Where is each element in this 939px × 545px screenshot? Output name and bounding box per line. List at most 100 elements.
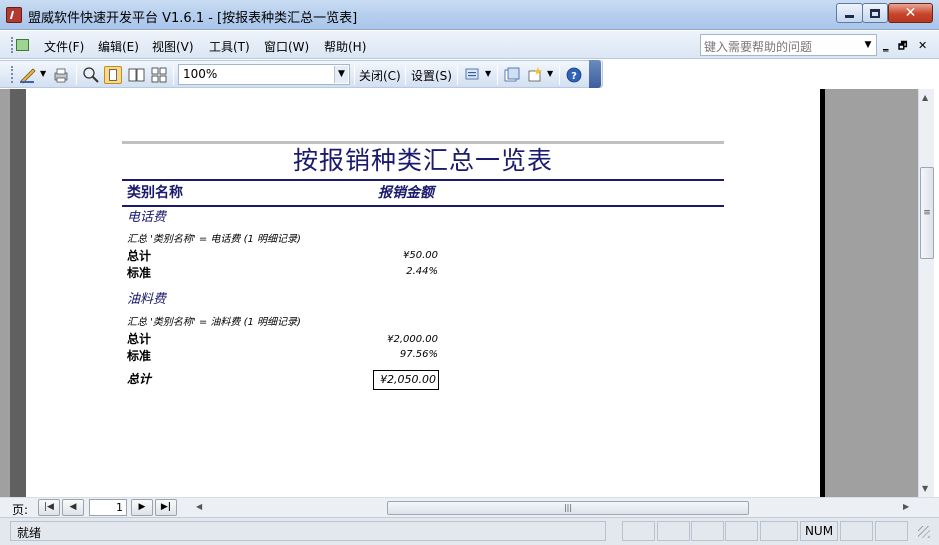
group-total-label: 总计 <box>127 249 152 263</box>
next-page-button[interactable]: ▶ <box>131 499 153 516</box>
chevron-down-icon[interactable]: ▼ <box>334 66 348 83</box>
help-placeholder: 键入需要帮助的问题 <box>704 40 813 54</box>
menu-edit[interactable]: 编辑(E) <box>98 38 139 55</box>
toolbar-grip[interactable] <box>11 66 14 83</box>
toolbar-separator <box>497 65 498 85</box>
menu-tools[interactable]: 工具(T) <box>209 38 250 55</box>
menu-view[interactable]: 视图(V) <box>152 38 194 55</box>
status-cell <box>691 521 724 541</box>
grand-total-value: ¥2,050.00 <box>380 373 436 386</box>
header-rule-bottom <box>122 205 724 207</box>
status-bar: 就绪 NUM <box>0 517 939 545</box>
scroll-down-icon[interactable]: ▼ <box>922 484 928 493</box>
scroll-left-icon[interactable]: ◀ <box>196 502 202 511</box>
scroll-up-icon[interactable]: ▲ <box>922 93 928 102</box>
close-button[interactable]: ✕ <box>888 3 933 23</box>
report-page[interactable]: 按报销种类汇总一览表 类别名称 报销金额 电话费 汇总 '类别名称' = 电话费… <box>26 89 820 497</box>
status-cell <box>622 521 655 541</box>
column-header-amount: 报销金额 <box>378 185 434 201</box>
new-object-icon[interactable] <box>526 66 544 84</box>
zoom-select[interactable]: 100% ▼ <box>178 64 350 85</box>
page-label: 页: <box>12 503 29 517</box>
zoom-icon[interactable] <box>82 66 100 84</box>
column-header-category: 类别名称 <box>127 185 183 201</box>
help-icon[interactable]: ? <box>565 66 583 84</box>
horizontal-scrollbar[interactable]: ◀ ||| ▶ <box>190 500 918 516</box>
status-cell <box>725 521 758 541</box>
app-icon[interactable] <box>6 7 22 23</box>
one-page-icon[interactable] <box>104 66 122 84</box>
status-cell <box>875 521 908 541</box>
scroll-right-icon[interactable]: ▶ <box>903 502 909 511</box>
group-total-value: ¥2,000.00 <box>387 334 438 345</box>
mdi-restore-button[interactable]: 🗗 <box>898 39 907 56</box>
minimize-button[interactable] <box>836 3 863 23</box>
close-preview-button[interactable]: 关闭(C) <box>359 67 401 84</box>
toolbar-separator <box>559 65 560 85</box>
minimize-icon <box>845 14 854 18</box>
toolbar-separator <box>76 65 77 85</box>
vertical-scrollbar[interactable]: ▲ ≡ ▼ <box>918 89 934 497</box>
toolbar-separator <box>173 65 174 85</box>
group-total-label: 总计 <box>127 332 152 346</box>
last-page-button[interactable]: ▶| <box>155 499 177 516</box>
grand-total-label: 总计 <box>127 372 152 386</box>
menu-bar: 文件(F) 编辑(E) 视图(V) 工具(T) 窗口(W) 帮助(H) 键入需要… <box>0 31 939 59</box>
group-std-label: 标准 <box>127 349 152 363</box>
chevron-down-icon[interactable]: ▼ <box>862 37 874 53</box>
menu-window[interactable]: 窗口(W) <box>264 38 309 55</box>
svg-text:?: ? <box>571 71 577 82</box>
status-text: 就绪 <box>10 521 606 541</box>
resize-grip[interactable] <box>918 526 930 538</box>
print-preview-toolbar: ▼ 100% ▼ 关闭(C) 设置(S) ▼ ▼ ? <box>0 60 603 88</box>
num-lock-indicator: NUM <box>800 521 838 541</box>
design-dropdown-icon[interactable]: ▼ <box>40 69 46 78</box>
page-setup-button[interactable]: 设置(S) <box>411 67 452 84</box>
menu-file[interactable]: 文件(F) <box>44 38 84 55</box>
menu-grip[interactable] <box>11 37 14 53</box>
help-search-input[interactable]: 键入需要帮助的问题 ▼ <box>700 34 877 56</box>
group-std-value: 97.56% <box>399 349 438 360</box>
maximize-icon <box>870 8 880 18</box>
vertical-scroll-thumb[interactable]: ≡ <box>920 167 934 259</box>
page-shadow-right <box>820 89 825 497</box>
document-icon[interactable] <box>16 39 29 51</box>
design-view-icon[interactable] <box>19 66 37 84</box>
group-summary: 汇总 '类别名称' = 油料费 (1 明细记录) <box>127 317 301 328</box>
toolbar-separator <box>405 65 406 85</box>
mdi-close-button[interactable]: ✕ <box>918 39 927 52</box>
toolbar-separator <box>354 65 355 85</box>
page-shadow-left <box>10 89 26 497</box>
report-title: 按报销种类汇总一览表 <box>292 146 553 175</box>
status-cell <box>657 521 690 541</box>
previous-page-button[interactable]: ◀ <box>62 499 84 516</box>
first-page-button[interactable]: |◀ <box>38 499 60 516</box>
status-cell <box>840 521 873 541</box>
office-links-dropdown-icon[interactable]: ▼ <box>485 69 491 78</box>
two-pages-icon[interactable] <box>127 66 145 84</box>
multiple-pages-icon[interactable] <box>150 66 168 84</box>
zoom-value: 100% <box>183 67 218 81</box>
group-std-label: 标准 <box>127 266 152 280</box>
record-navigation-bar: 页: |◀ ◀ 1 ▶ ▶| ◀ ||| ▶ <box>0 497 939 517</box>
horizontal-scroll-thumb[interactable]: ||| <box>387 501 749 515</box>
status-cell <box>760 521 798 541</box>
new-object-dropdown-icon[interactable]: ▼ <box>547 69 553 78</box>
title-bar: 盟威软件快速开发平台 V1.6.1 - [按报表种类汇总一览表] ✕ <box>0 0 939 30</box>
menu-help[interactable]: 帮助(H) <box>324 38 366 55</box>
print-icon[interactable] <box>52 66 70 84</box>
toolbar-options-button[interactable] <box>589 60 601 88</box>
group-std-value: 2.44% <box>406 266 438 277</box>
group-total-value: ¥50.00 <box>403 250 438 261</box>
group-summary: 汇总 '类别名称' = 电话费 (1 明细记录) <box>127 234 301 245</box>
close-icon: ✕ <box>904 5 917 21</box>
maximize-button[interactable] <box>862 3 888 23</box>
office-links-icon[interactable] <box>463 66 481 84</box>
mdi-minimize-button[interactable]: ‗ <box>883 39 889 52</box>
header-rule-top <box>122 179 724 181</box>
page-number-input[interactable]: 1 <box>89 499 127 516</box>
window-title: 盟威软件快速开发平台 V1.6.1 - [按报表种类汇总一览表] <box>28 11 358 26</box>
group-name: 油料费 <box>127 292 167 307</box>
group-name: 电话费 <box>127 210 167 225</box>
database-window-icon[interactable] <box>503 66 521 84</box>
